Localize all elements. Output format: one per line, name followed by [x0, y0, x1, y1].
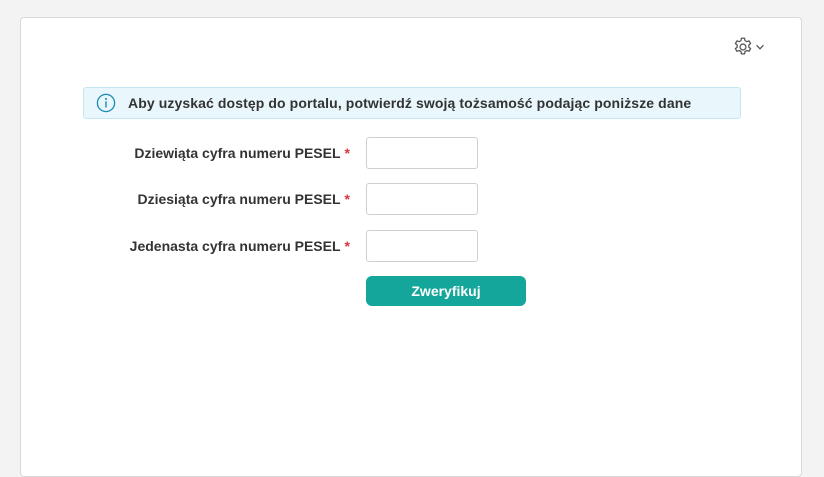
ninth-digit-input[interactable]: [366, 137, 478, 169]
login-panel: Aby uzyskać dostęp do portalu, potwierdź…: [20, 17, 802, 477]
eleventh-digit-label: Jedenasta cyfra numeru PESEL *: [130, 230, 350, 262]
info-banner: Aby uzyskać dostęp do portalu, potwierdź…: [83, 87, 741, 119]
tenth-digit-label: Dziesiąta cyfra numeru PESEL *: [137, 183, 350, 215]
required-mark: *: [344, 191, 350, 207]
gear-icon: [732, 36, 754, 58]
field-label-text: Dziewiąta cyfra numeru PESEL: [134, 145, 341, 161]
info-message: Aby uzyskać dostęp do portalu, potwierdź…: [128, 95, 692, 111]
eleventh-digit-input[interactable]: [366, 230, 478, 262]
info-icon: [96, 93, 116, 113]
ninth-digit-label: Dziewiąta cyfra numeru PESEL *: [134, 137, 350, 169]
required-mark: *: [344, 238, 350, 254]
form-row-eleventh-digit: Jedenasta cyfra numeru PESEL *: [21, 230, 803, 262]
chevron-down-icon: [755, 42, 765, 52]
field-label-text: Jedenasta cyfra numeru PESEL: [129, 238, 341, 254]
form-row-tenth-digit: Dziesiąta cyfra numeru PESEL *: [21, 183, 803, 215]
tenth-digit-input[interactable]: [366, 183, 478, 215]
form-row-ninth-digit: Dziewiąta cyfra numeru PESEL *: [21, 137, 803, 169]
required-mark: *: [344, 145, 350, 161]
settings-menu-button[interactable]: [732, 32, 765, 62]
field-label-text: Dziesiąta cyfra numeru PESEL: [137, 191, 341, 207]
verify-button[interactable]: Zweryfikuj: [366, 276, 526, 306]
